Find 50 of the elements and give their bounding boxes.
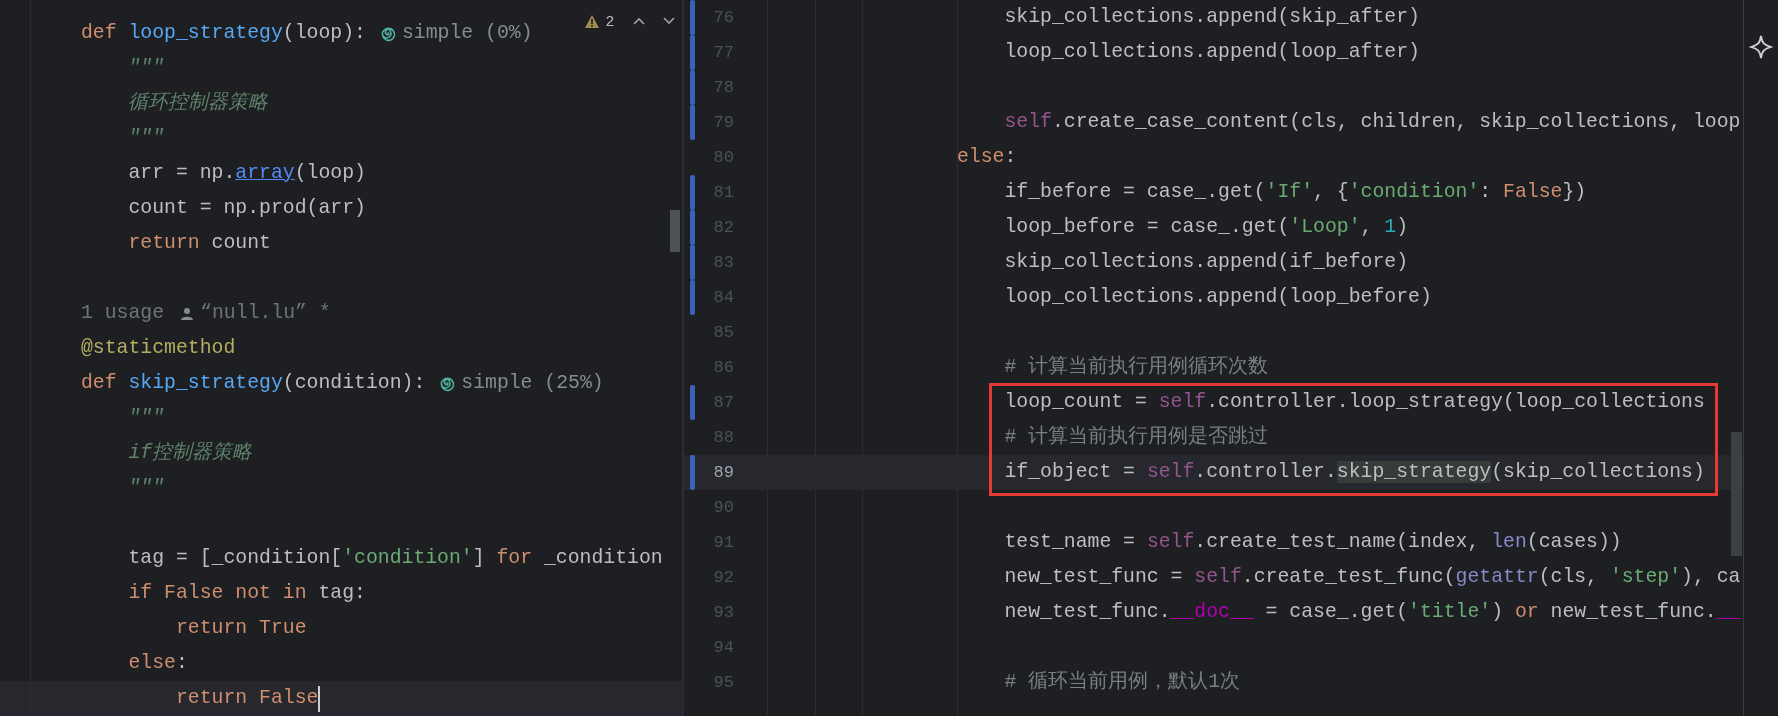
code-text: loop_collections.append(loop_before) (1003, 284, 1432, 310)
code-text: @staticmethod (81, 335, 236, 361)
code-text: count = np.prod(arr) (127, 195, 366, 221)
code-text: else: (955, 144, 1017, 170)
warning-icon[interactable] (583, 13, 600, 29)
code-text: self.create_case_content(cls, children, skip_collections, loop (1003, 109, 1741, 135)
spiral-icon (439, 375, 456, 392)
code-text: # 计算当前执行用例循环次数 (1003, 354, 1269, 380)
code-text: new_test_func = self.create_test_func(getattr(cls, 'step'), ca (1003, 564, 1741, 590)
code-text: return True (174, 615, 307, 641)
code-text: loop_count = self.controller.loop_strategy(loop_collections (1003, 389, 1705, 415)
chevron-down-icon[interactable] (662, 16, 676, 27)
code-text: def skip_strategy(condition): (81, 370, 426, 396)
chevron-up-icon[interactable] (632, 16, 646, 27)
code-text: if_object = self.controller.skip_strategy(skip_collections) (1003, 459, 1705, 485)
code-text: if False not in tag: (127, 580, 366, 606)
code-text: loop_collections.append(loop_after) (1003, 39, 1420, 65)
code-text: if控制器策略 (127, 440, 253, 466)
code-text: return count (127, 230, 271, 256)
code-text: def loop_strategy(loop): (81, 20, 366, 46)
complexity-hint: simple (25%) (461, 370, 604, 396)
code-text: else: (127, 650, 188, 676)
code-text: """ (127, 475, 165, 501)
code-text: arr = np.array(loop) (127, 160, 366, 186)
code-text: test_name = self.create_test_name(index, len(cases)) (1003, 529, 1622, 555)
line-number: 89 (712, 461, 734, 484)
usage-hint[interactable]: 1 usage (81, 298, 165, 329)
code-text: """ (127, 55, 165, 81)
person-icon (180, 306, 195, 321)
code-text: skip_collections.append(if_before) (1003, 249, 1409, 275)
problem-count: 2 (605, 11, 614, 31)
highlighted-symbol: skip_strategy (1336, 460, 1492, 483)
code-text: return False (174, 685, 319, 711)
complexity-hint: simple (0%) (401, 20, 533, 46)
code-text: new_test_func.__doc__ = case_.get('title') or new_test_func.__ (1003, 599, 1741, 625)
code-text: loop_before = case_.get('Loop', 1) (1003, 214, 1409, 240)
code-text: if_before = case_.get('If', {'condition': False}) (1003, 179, 1587, 205)
scrollbar-thumb[interactable] (670, 210, 680, 252)
code-link[interactable]: array (235, 161, 295, 184)
code-text: tag = [_condition['condition'] for _condition (127, 545, 663, 571)
code-text: # 循环当前用例，默认1次 (1003, 669, 1241, 695)
author-hint: “null.lu” * (200, 300, 331, 326)
code-text: 循环控制器策略 (127, 90, 269, 116)
code-text: """ (127, 125, 165, 151)
spiral-icon (379, 25, 396, 42)
code-text: skip_collections.append(skip_after) (1003, 4, 1420, 30)
sparkle-icon[interactable] (1749, 34, 1773, 60)
scrollbar-thumb[interactable] (1731, 432, 1742, 556)
code-text: """ (127, 405, 165, 431)
code-text: # 计算当前执行用例是否跳过 (1003, 424, 1269, 450)
